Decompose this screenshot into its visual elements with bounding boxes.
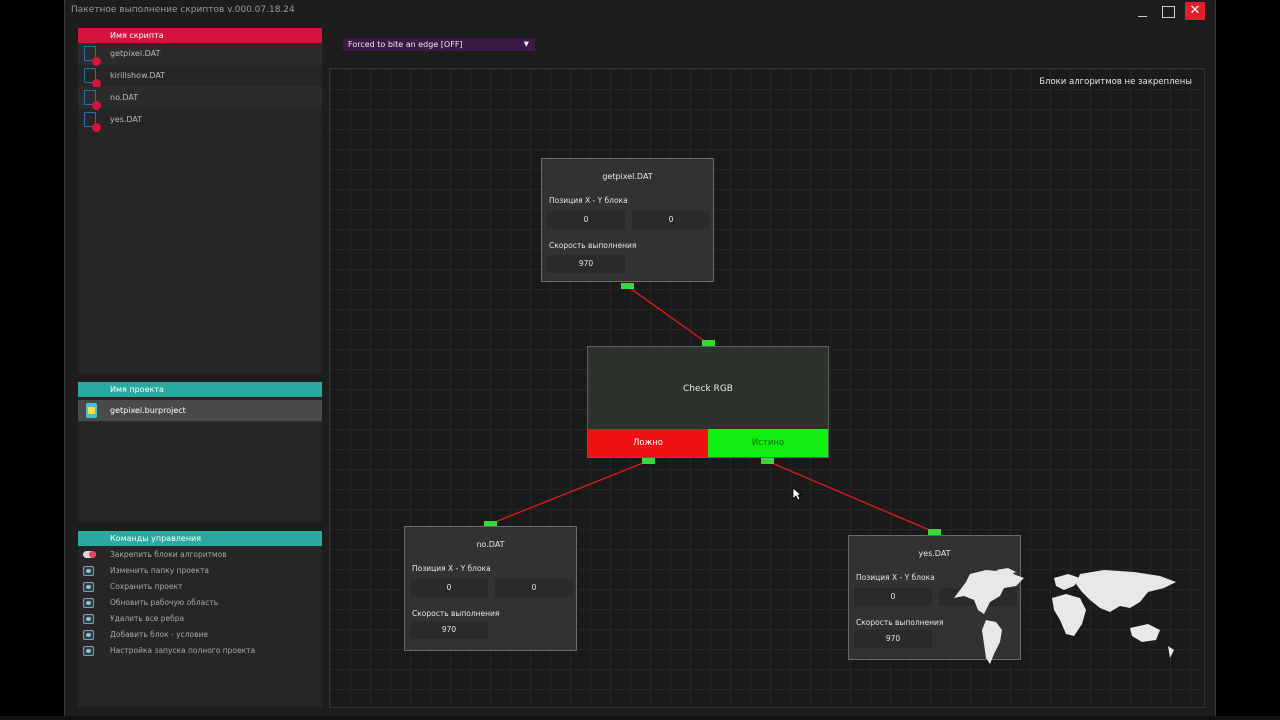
- title-bar: Пакетное выполнение скриптов v.000.07.18…: [65, 0, 1215, 22]
- command-refresh-workspace[interactable]: Обновить рабочую область: [78, 595, 322, 611]
- output-port[interactable]: [621, 283, 634, 289]
- speed-field[interactable]: 970: [410, 621, 488, 639]
- toggle-icon[interactable]: [83, 551, 96, 558]
- position-x-field[interactable]: 0: [410, 579, 488, 597]
- command-change-folder[interactable]: Изменить папку проекта: [78, 563, 322, 579]
- close-button[interactable]: ✕: [1185, 2, 1205, 20]
- gear-icon: [83, 582, 94, 592]
- command-save-project[interactable]: Сохранить проект: [78, 579, 322, 595]
- list-item[interactable]: getpixel.burproject: [78, 400, 322, 422]
- project-icon: [86, 403, 97, 418]
- command-delete-edges[interactable]: Удалить все ребра: [78, 611, 322, 627]
- command-label: Сохранить проект: [110, 582, 183, 591]
- speed-field[interactable]: 970: [547, 255, 625, 273]
- script-node[interactable]: no.DAT Позиция X - Y блока 0 0 Скорость …: [404, 526, 577, 651]
- commands-panel-header: Команды управления: [78, 531, 322, 546]
- position-label: Позиция X - Y блока: [412, 564, 491, 573]
- script-name: kirillshow.DAT: [110, 71, 166, 80]
- edge-mode-value: Forced to bite an edge [OFF]: [348, 40, 463, 49]
- scripts-panel: Имя скрипта getpixel.DAT kirillshow.DAT …: [78, 28, 322, 374]
- project-panel-header: Имя проекта: [78, 382, 322, 397]
- false-output-port[interactable]: [642, 458, 655, 464]
- file-icon: [84, 68, 101, 88]
- position-y-field[interactable]: 0: [495, 579, 573, 597]
- project-name: getpixel.burproject: [110, 406, 186, 415]
- script-name: yes.DAT: [110, 115, 143, 124]
- command-add-condition[interactable]: Добавить блок - условие: [78, 627, 322, 643]
- command-label: Настройка запуска полного проекта: [110, 646, 256, 655]
- list-item[interactable]: getpixel.DAT: [78, 43, 322, 66]
- command-run-settings[interactable]: Настройка запуска полного проекта: [78, 643, 322, 659]
- commands-panel: Команды управления Закрепить блоки алгор…: [78, 531, 322, 707]
- scripts-list: getpixel.DAT kirillshow.DAT no.DAT yes.D…: [78, 43, 322, 132]
- list-item[interactable]: yes.DAT: [78, 109, 322, 132]
- file-icon: [84, 112, 101, 132]
- speed-label: Скорость выполнения: [412, 609, 500, 618]
- position-label: Позиция X - Y блока: [549, 196, 628, 205]
- maximize-button[interactable]: [1159, 4, 1177, 20]
- scripts-panel-header: Имя скрипта: [78, 28, 322, 43]
- node-title: no.DAT: [476, 540, 505, 549]
- position-y-field[interactable]: 0: [632, 211, 710, 229]
- command-label: Обновить рабочую область: [110, 598, 219, 607]
- position-x-field[interactable]: 0: [547, 211, 625, 229]
- command-label: Закрепить блоки алгоритмов: [110, 550, 227, 559]
- edge-false-no[interactable]: [489, 460, 649, 525]
- mouse-cursor-icon: [792, 487, 802, 501]
- gear-icon: [83, 614, 94, 624]
- file-icon: [84, 46, 101, 66]
- list-item[interactable]: kirillshow.DAT: [78, 65, 322, 88]
- taskbar: [0, 716, 1280, 720]
- node-title: yes.DAT: [918, 549, 951, 558]
- chevron-down-icon: ▼: [523, 40, 529, 48]
- script-name: no.DAT: [110, 93, 139, 102]
- true-branch-button[interactable]: Истино: [708, 429, 828, 457]
- window-title: Пакетное выполнение скриптов v.000.07.18…: [71, 5, 295, 15]
- world-map-icon: [954, 568, 1176, 664]
- false-branch-button[interactable]: Ложно: [588, 429, 708, 457]
- edge-mode-dropdown[interactable]: Forced to bite an edge [OFF] ▼: [343, 38, 535, 51]
- command-label: Удалить все ребра: [110, 614, 185, 623]
- condition-title: Check RGB: [683, 384, 733, 394]
- node-title: getpixel.DAT: [602, 172, 653, 181]
- list-item[interactable]: no.DAT: [78, 87, 322, 110]
- gear-icon: [83, 630, 94, 640]
- project-panel: Имя проекта getpixel.burproject: [78, 382, 322, 522]
- gear-icon: [83, 566, 94, 576]
- command-label: Изменить папку проекта: [110, 566, 209, 575]
- true-output-port[interactable]: [761, 458, 774, 464]
- condition-block[interactable]: Check RGB Ложно Истино: [587, 346, 829, 458]
- script-node[interactable]: getpixel.DAT Позиция X - Y блока 0 0 Ско…: [541, 158, 714, 282]
- minimize-button[interactable]: [1133, 4, 1151, 20]
- command-lock-blocks[interactable]: Закрепить блоки алгоритмов: [78, 547, 322, 563]
- script-name: getpixel.DAT: [110, 49, 161, 58]
- gear-icon: [83, 646, 94, 656]
- speed-label: Скорость выполнения: [549, 241, 637, 250]
- command-label: Добавить блок - условие: [110, 630, 209, 639]
- gear-icon: [83, 598, 94, 608]
- edge-getpixel-checkrgb[interactable]: [626, 285, 708, 344]
- file-icon: [84, 90, 101, 110]
